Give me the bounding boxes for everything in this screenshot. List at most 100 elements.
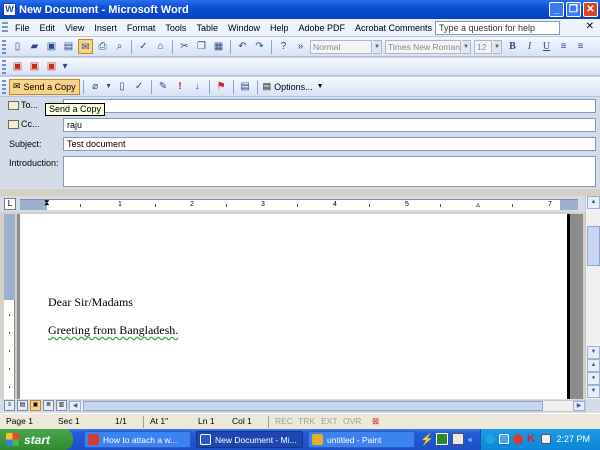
menu-edit[interactable]: Edit <box>35 23 61 33</box>
network-icon[interactable] <box>436 433 448 445</box>
menu-window[interactable]: Window <box>223 23 265 33</box>
reading-layout-view-icon[interactable]: ▥ <box>56 400 67 411</box>
taskbar-item-paint[interactable]: untitled - Paint <box>308 431 415 448</box>
font-dropdown-icon[interactable]: ▼ <box>462 39 471 54</box>
outline-view-icon[interactable]: ≣ <box>43 400 54 411</box>
volume-icon[interactable] <box>541 434 551 444</box>
new-document-icon[interactable]: ▯ <box>10 39 25 54</box>
status-record-macro[interactable]: REC <box>275 416 293 426</box>
spelling-status-icon[interactable]: ⊠ <box>372 416 379 427</box>
close-button[interactable]: ✕ <box>583 2 598 17</box>
menu-tools[interactable]: Tools <box>160 23 191 33</box>
size-combo[interactable]: 12 <box>474 39 492 54</box>
convert-and-email-pdf-icon[interactable]: ▣ <box>27 59 42 74</box>
redo-icon[interactable]: ↷ <box>252 39 267 54</box>
size-dropdown-icon[interactable]: ▼ <box>493 39 502 54</box>
address-book-icon[interactable]: ▯ <box>115 79 130 94</box>
antivirus-icon[interactable] <box>513 434 523 444</box>
convert-to-pdf-icon[interactable]: ▣ <box>10 59 25 74</box>
close-document-icon[interactable]: ✕ <box>586 21 594 32</box>
word-app-icon[interactable]: W <box>3 3 16 16</box>
scroll-left-button[interactable]: ◀ <box>69 401 81 411</box>
attach-dropdown-icon[interactable]: ▼ <box>105 79 113 94</box>
right-indent-marker[interactable]: ▵ <box>476 200 480 209</box>
horizontal-ruler[interactable]: 1 2 3 4 5 7 ⧗ ▵ <box>20 198 578 210</box>
taskbar-item-word[interactable]: New Document - Mi... <box>196 431 303 448</box>
align-left-icon[interactable]: ≡ <box>556 39 571 54</box>
status-overtype[interactable]: OVR <box>343 416 361 426</box>
horizontal-scrollbar[interactable]: ◀ ▶ <box>68 400 586 412</box>
help-icon[interactable]: ? <box>276 39 291 54</box>
k-app-icon[interactable]: K <box>527 434 537 445</box>
underline-icon[interactable]: U <box>539 39 554 54</box>
menu-acrobat-comments[interactable]: Acrobat Comments <box>350 23 437 33</box>
vertical-scroll-thumb[interactable] <box>587 226 600 266</box>
follow-up-flag-icon[interactable]: ⚑ <box>214 79 229 94</box>
menu-file[interactable]: File <box>10 23 35 33</box>
system-clock[interactable]: 2:27 PM <box>556 429 590 450</box>
tray-expand-icon[interactable]: « <box>468 435 472 444</box>
style-combo[interactable]: Normal <box>310 39 372 54</box>
bold-icon[interactable]: B <box>505 39 520 54</box>
select-browse-object-button[interactable]: ● <box>587 372 600 385</box>
cc-field[interactable]: raju <box>63 118 596 132</box>
high-importance-icon[interactable]: ! <box>173 79 188 94</box>
first-line-indent-marker[interactable]: ⧗ <box>44 198 50 208</box>
pdf-toolbar-options-icon[interactable]: ▾ <box>61 59 69 74</box>
toolbar-grip[interactable] <box>2 59 6 74</box>
to-field[interactable] <box>63 99 596 113</box>
check-names-icon[interactable]: ✓ <box>132 79 147 94</box>
normal-view-icon[interactable]: ≡ <box>4 400 15 411</box>
display-icon[interactable] <box>452 433 464 445</box>
save-icon[interactable]: ▣ <box>44 39 59 54</box>
email-icon[interactable]: ✉ <box>78 39 93 54</box>
undo-icon[interactable]: ↶ <box>235 39 250 54</box>
web-layout-view-icon[interactable]: ▤ <box>17 400 28 411</box>
taskbar-item-browser[interactable]: How to attach a w... <box>84 431 191 448</box>
document-text-line[interactable]: Greeting from Bangladesh. <box>48 323 178 338</box>
scroll-right-button[interactable]: ▶ <box>573 401 585 411</box>
tab-selector[interactable]: L <box>4 198 16 210</box>
menu-help[interactable]: Help <box>265 23 294 33</box>
print-icon[interactable]: ⎙ <box>95 39 110 54</box>
status-track-changes[interactable]: TRK <box>298 416 315 426</box>
font-combo[interactable]: Times New Roman <box>385 39 461 54</box>
menu-insert[interactable]: Insert <box>89 23 122 33</box>
paste-icon[interactable]: ▦ <box>211 39 226 54</box>
toolbar-grip[interactable] <box>2 79 6 94</box>
menu-adobe-pdf[interactable]: Adobe PDF <box>293 23 350 33</box>
shield-icon[interactable] <box>499 434 509 444</box>
options-button[interactable]: ▤ Options... ▼ <box>261 81 326 92</box>
menu-view[interactable]: View <box>60 23 89 33</box>
subject-field[interactable]: Test document <box>63 137 596 151</box>
menu-grip-handle[interactable] <box>2 21 8 34</box>
align-center-icon[interactable]: ≡ <box>573 39 588 54</box>
minimize-button[interactable]: _ <box>549 2 564 17</box>
quick-launch-icon[interactable]: ⚡ <box>420 433 434 446</box>
cc-button[interactable]: Cc... <box>8 119 40 129</box>
vertical-scrollbar[interactable]: ▲ ▼ ▲ ● ▼ <box>585 196 600 399</box>
introduction-field[interactable] <box>63 156 596 187</box>
send-a-copy-button[interactable]: ✉ Send a Copy <box>9 78 80 95</box>
low-importance-icon[interactable]: ↓ <box>190 79 205 94</box>
permission-icon[interactable]: ▤ <box>61 39 76 54</box>
print-preview-icon[interactable]: ⌕ <box>112 39 127 54</box>
start-button[interactable]: start <box>0 429 73 450</box>
spelling-icon[interactable]: ✓ <box>136 39 151 54</box>
signature-icon[interactable]: ✎ <box>156 79 171 94</box>
status-extend-selection[interactable]: EXT <box>321 416 338 426</box>
scroll-up-button[interactable]: ▲ <box>587 196 600 209</box>
restore-button[interactable]: ❐ <box>566 2 581 17</box>
next-page-button[interactable]: ▼ <box>587 385 600 398</box>
attach-file-icon[interactable]: ⌀ <box>88 79 103 94</box>
style-dropdown-icon[interactable]: ▼ <box>373 39 382 54</box>
toolbar-grip[interactable] <box>2 39 6 54</box>
copy-icon[interactable]: ❐ <box>194 39 209 54</box>
cut-icon[interactable]: ✂ <box>177 39 192 54</box>
vertical-ruler[interactable] <box>4 214 15 399</box>
menu-table[interactable]: Table <box>191 23 223 33</box>
help-search-input[interactable]: Type a question for help <box>435 21 560 35</box>
document-text-line[interactable]: Dear Sir/Madams <box>48 295 133 310</box>
open-folder-icon[interactable]: ▰ <box>27 39 42 54</box>
bcc-icon[interactable]: ▤ <box>238 79 253 94</box>
